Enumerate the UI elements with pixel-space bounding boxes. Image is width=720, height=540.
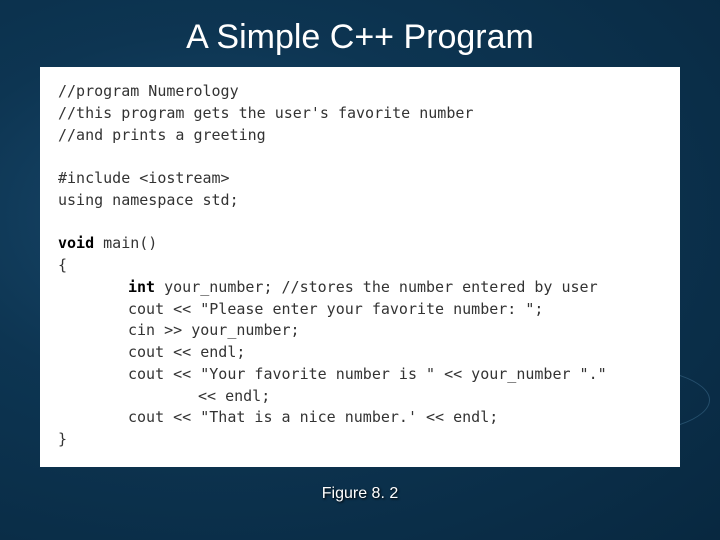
code-text: cin >> your_number;	[128, 321, 300, 339]
code-text: cout << "Please enter your favorite numb…	[128, 300, 543, 318]
code-line: cout << "Please enter your favorite numb…	[58, 299, 662, 321]
code-line: }	[58, 429, 662, 451]
code-text: cout << "Your favorite number is " << yo…	[128, 365, 607, 383]
code-line: << endl;	[58, 386, 662, 408]
code-line: cout << endl;	[58, 342, 662, 364]
code-text: main()	[94, 234, 157, 252]
blank-line	[58, 212, 662, 234]
code-line: #include <iostream>	[58, 168, 662, 190]
code-text: cout << "That is a nice number.' << endl…	[128, 408, 498, 426]
code-line: using namespace std;	[58, 190, 662, 212]
code-block: //program Numerology //this program gets…	[40, 67, 680, 467]
code-text: cout << endl;	[128, 343, 245, 361]
code-line: //program Numerology	[58, 81, 662, 103]
code-line: void main()	[58, 233, 662, 255]
figure-caption: Figure 8. 2	[0, 485, 720, 503]
code-line: {	[58, 255, 662, 277]
code-line: //and prints a greeting	[58, 125, 662, 147]
code-line: cout << "Your favorite number is " << yo…	[58, 364, 662, 386]
keyword-void: void	[58, 234, 94, 252]
code-line: cin >> your_number;	[58, 320, 662, 342]
keyword-int: int	[128, 278, 155, 296]
slide-title: A Simple C++ Program	[0, 0, 720, 67]
code-text: your_number; //stores the number entered…	[155, 278, 598, 296]
code-line: //this program gets the user's favorite …	[58, 103, 662, 125]
blank-line	[58, 146, 662, 168]
code-text: << endl;	[198, 387, 270, 405]
code-line: cout << "That is a nice number.' << endl…	[58, 407, 662, 429]
code-line: int your_number; //stores the number ent…	[58, 277, 662, 299]
